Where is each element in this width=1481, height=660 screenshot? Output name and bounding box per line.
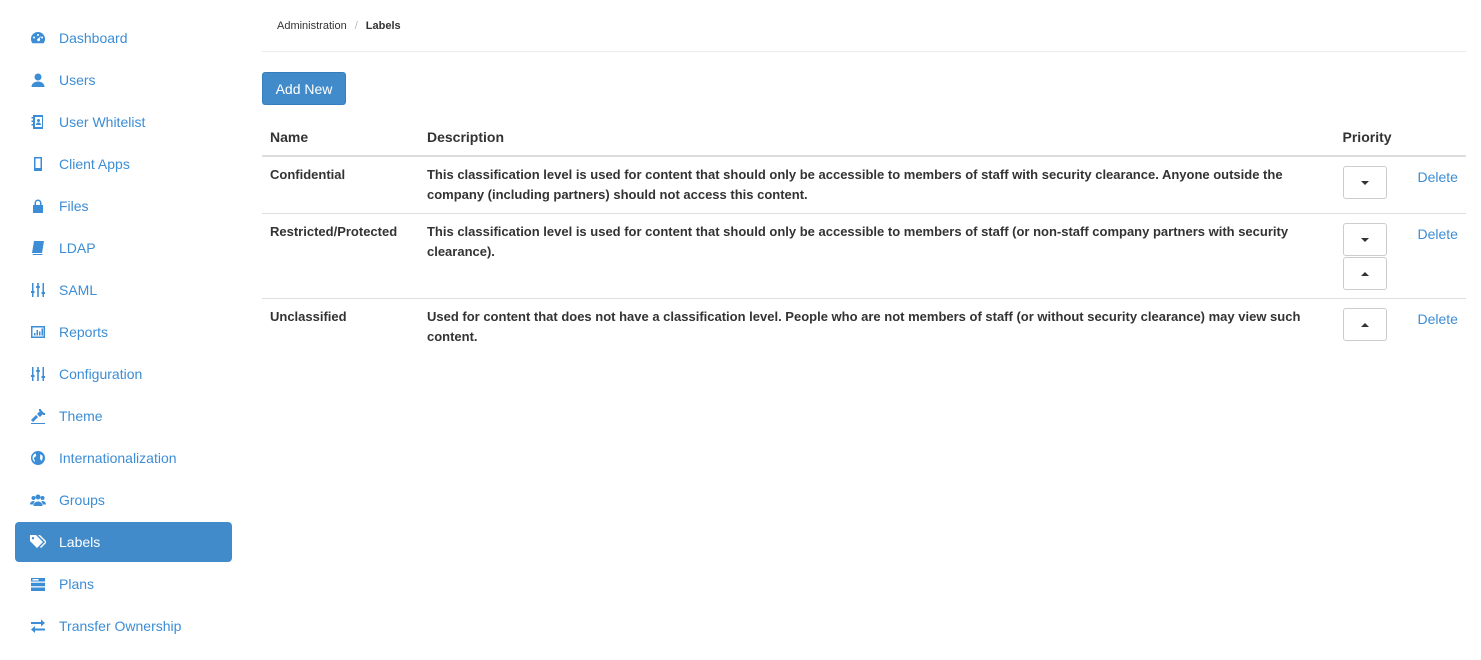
priority-cell bbox=[1334, 213, 1410, 299]
actions-cell: Delete bbox=[1409, 213, 1466, 299]
sidebar-item-label: User Whitelist bbox=[59, 114, 146, 130]
header-description: Description bbox=[418, 118, 1335, 157]
admin-sidebar: Dashboard Users User Whitelist Client Ap… bbox=[15, 18, 232, 648]
caret-up-icon bbox=[1360, 322, 1369, 327]
actions-cell: Delete bbox=[1410, 299, 1467, 356]
caret-down-icon bbox=[1360, 180, 1369, 185]
dashboard-icon bbox=[29, 29, 47, 47]
sidebar-item-label: Theme bbox=[59, 408, 103, 424]
add-new-button[interactable]: Add New bbox=[262, 72, 346, 105]
header-name: Name bbox=[262, 118, 419, 157]
breadcrumb-parent[interactable]: Administration bbox=[277, 20, 347, 32]
sidebar-item-label: SAML bbox=[59, 282, 98, 298]
sidebar-item-label: Configuration bbox=[59, 366, 143, 382]
caret-up-icon bbox=[1360, 271, 1369, 276]
table-row: Unclassified Used for content that does … bbox=[262, 299, 1466, 356]
table-row: Confidential This classification level i… bbox=[262, 156, 1466, 214]
tags-icon bbox=[29, 533, 47, 551]
delete-link[interactable]: Delete bbox=[1418, 167, 1458, 187]
main-content: Administration / Labels Add New Name Des… bbox=[262, 0, 1466, 344]
sidebar-item-label: Groups bbox=[59, 492, 105, 508]
label-description: This classification level is used for co… bbox=[418, 156, 1335, 214]
mobile-icon bbox=[29, 155, 47, 173]
sidebar-item-user-whitelist[interactable]: User Whitelist bbox=[15, 102, 232, 142]
breadcrumb-separator: / bbox=[354, 19, 358, 32]
lock-icon bbox=[29, 197, 47, 215]
sidebar-item-saml[interactable]: SAML bbox=[15, 270, 232, 310]
label-name: Confidential bbox=[262, 156, 419, 214]
group-icon bbox=[29, 491, 47, 509]
sidebar-item-label: LDAP bbox=[59, 240, 96, 256]
exchange-icon bbox=[29, 617, 47, 635]
sidebar-item-label: Transfer Ownership bbox=[59, 618, 182, 634]
bar-chart-icon bbox=[29, 323, 47, 341]
label-name: Unclassified bbox=[270, 309, 347, 324]
sidebar-item-plans[interactable]: Plans bbox=[15, 564, 232, 604]
priority-down-button[interactable] bbox=[1342, 166, 1387, 199]
sidebar-item-label: Client Apps bbox=[59, 156, 130, 172]
address-book-icon bbox=[29, 113, 47, 131]
sidebar-item-theme[interactable]: Theme bbox=[15, 396, 232, 436]
sidebar-item-transfer-ownership[interactable]: Transfer Ownership bbox=[15, 606, 232, 646]
sidebar-item-label: Internationalization bbox=[59, 450, 177, 466]
sidebar-item-dashboard[interactable]: Dashboard bbox=[15, 18, 232, 58]
sidebar-item-label: Plans bbox=[59, 576, 95, 592]
delete-link[interactable]: Delete bbox=[1418, 309, 1458, 329]
sidebar-item-label: Users bbox=[59, 72, 96, 88]
labels-table: Name Description Priority Confidential T… bbox=[262, 118, 1466, 355]
table-row: Restricted/Protected This classification… bbox=[262, 213, 1466, 299]
label-description: This classification level is used for co… bbox=[418, 213, 1335, 299]
table-header-row: Name Description Priority bbox=[262, 118, 1466, 157]
priority-up-button[interactable] bbox=[1342, 308, 1387, 341]
label-description: Used for content that does not have a cl… bbox=[426, 309, 1301, 344]
sidebar-item-client-apps[interactable]: Client Apps bbox=[15, 144, 232, 184]
priority-up-button[interactable] bbox=[1342, 257, 1387, 290]
sidebar-item-reports[interactable]: Reports bbox=[15, 312, 232, 352]
sidebar-item-files[interactable]: Files bbox=[15, 186, 232, 226]
actions-cell: Delete bbox=[1409, 156, 1466, 214]
priority-cell bbox=[1335, 299, 1410, 356]
globe-icon bbox=[29, 449, 47, 467]
header-priority: Priority bbox=[1334, 118, 1410, 157]
sidebar-item-labels[interactable]: Labels bbox=[15, 522, 232, 562]
sidebar-item-users[interactable]: Users bbox=[15, 60, 232, 100]
sliders-icon bbox=[29, 281, 47, 299]
priority-down-button[interactable] bbox=[1342, 223, 1387, 256]
header-actions bbox=[1409, 118, 1466, 157]
sidebar-item-configuration[interactable]: Configuration bbox=[15, 354, 232, 394]
sidebar-item-label: Files bbox=[59, 198, 89, 214]
sidebar-item-label: Reports bbox=[59, 324, 109, 340]
breadcrumb: Administration / Labels bbox=[262, 0, 1466, 52]
priority-cell bbox=[1334, 156, 1410, 214]
sidebar-item-internationalization[interactable]: Internationalization bbox=[15, 438, 232, 478]
user-icon bbox=[29, 71, 47, 89]
sidebar-item-ldap[interactable]: LDAP bbox=[15, 228, 232, 268]
breadcrumb-current: Labels bbox=[365, 19, 401, 32]
delete-link[interactable]: Delete bbox=[1418, 224, 1458, 244]
sidebar-item-groups[interactable]: Groups bbox=[15, 480, 232, 520]
book-icon bbox=[29, 239, 47, 257]
sidebar-item-label: Labels bbox=[59, 534, 101, 550]
caret-down-icon bbox=[1360, 237, 1369, 242]
plans-icon bbox=[29, 575, 47, 593]
sidebar-item-label: Dashboard bbox=[59, 30, 128, 46]
sliders-icon bbox=[29, 365, 47, 383]
label-name: Restricted/Protected bbox=[262, 213, 419, 299]
theme-icon bbox=[29, 407, 47, 425]
